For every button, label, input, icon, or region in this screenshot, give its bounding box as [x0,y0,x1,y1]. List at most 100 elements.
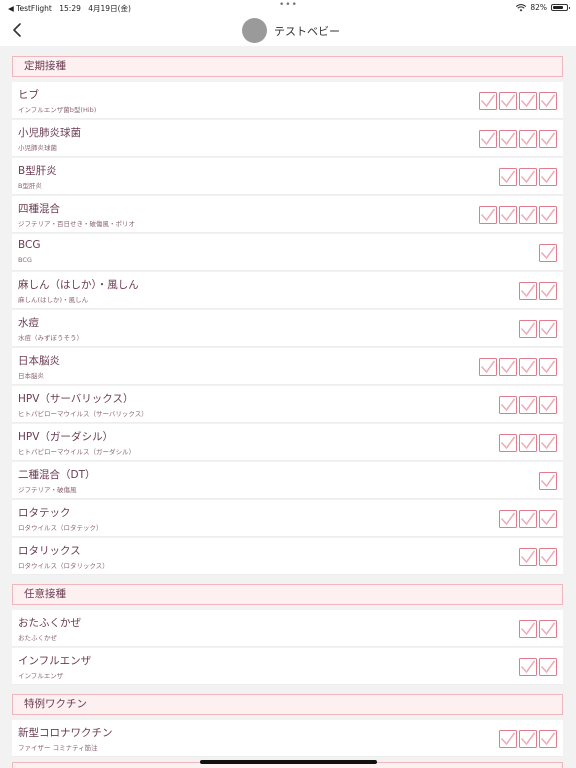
dose-checkbox[interactable] [519,358,537,376]
dose-checkbox[interactable] [539,730,557,748]
checkmark-icon [521,660,536,673]
vaccine-row[interactable]: 四種混合ジフテリア・百日せき・破傷風・ポリオ [12,196,563,233]
vaccine-row[interactable]: ヒブ インフルエンザ菌b型(Hib) [12,82,563,119]
section-header: 任意接種 [12,584,563,605]
dose-checkbox[interactable] [519,130,537,148]
dose-checkbox[interactable] [499,358,517,376]
vaccine-row[interactable]: HPV（サーバリックス） ヒトパピローマウイルス（サーバリックス） [12,386,563,423]
dose-checkbox[interactable] [539,358,557,376]
vaccine-row[interactable]: 麻しん（はしか）・風しん 麻しん(はしか)・風しん [12,272,563,309]
checkmark-icon [541,360,556,373]
checkmark-icon [481,94,496,107]
dose-checkbox[interactable] [539,658,557,676]
dose-checkbox[interactable] [499,396,517,414]
dose-checkbox[interactable] [539,620,557,638]
vaccine-description: 麻しん(はしか)・風しん [18,296,89,304]
checkmark-icon [481,360,496,373]
dose-checkbox[interactable] [479,130,497,148]
dose-checkbox[interactable] [539,92,557,110]
dose-checkbox[interactable] [499,206,517,224]
dose-checkbox[interactable] [519,658,537,676]
vaccine-description: インフルエンザ [18,672,64,680]
dose-checkbox[interactable] [539,510,557,528]
checkmark-icon [521,436,536,449]
dose-checkbox[interactable] [519,206,537,224]
dose-checkbox[interactable] [539,244,557,262]
checkmark-icon [541,732,556,745]
vaccine-row[interactable]: BCG BCG [12,234,563,271]
vaccine-row[interactable]: HPV（ガーダシル） ヒトパピローマウイルス（ガーダシル） [12,424,563,461]
multitasking-dots[interactable]: ••• [279,0,298,10]
vaccine-description: ジフテリア・百日せき・破傷風・ポリオ [18,220,135,228]
vaccine-name: 二種混合（DT） [18,469,96,481]
dose-checkbox[interactable] [499,510,517,528]
dose-checkbox[interactable] [519,730,537,748]
dose-checkbox[interactable] [519,320,537,338]
dose-checkbox[interactable] [499,730,517,748]
vaccine-description: 小児肺炎球菌 [18,144,57,152]
dose-checkbox[interactable] [479,358,497,376]
home-indicator[interactable] [200,760,377,764]
checkmark-icon [481,132,496,145]
checkmark-icon [541,474,556,487]
dose-checkbox[interactable] [539,130,557,148]
vaccine-row[interactable]: インフルエンザ インフルエンザ [12,648,563,685]
dose-checkbox[interactable] [479,206,497,224]
dose-checkbox[interactable] [539,434,557,452]
vaccine-row[interactable]: 水痘 水痘（みずぼうそう） [12,310,563,347]
dose-checkbox[interactable] [499,168,517,186]
dose-checkbox[interactable] [479,92,497,110]
dose-checkbox[interactable] [499,92,517,110]
vaccine-name: 水痘 [18,317,39,329]
vaccine-description: ヒトパピローマウイルス（ガーダシル） [18,448,136,456]
dose-checkbox[interactable] [539,548,557,566]
checkmark-icon [481,208,496,221]
vaccine-name: 四種混合 [18,203,60,215]
dose-checkbox[interactable] [519,510,537,528]
vaccine-row[interactable]: 二種混合（DT） ジフテリア・破傷風 [12,462,563,499]
checkmark-icon [541,170,556,183]
vaccine-row[interactable]: B型肝炎 B型肝炎 [12,158,563,195]
dose-checkbox[interactable] [539,396,557,414]
dose-checkbox[interactable] [519,434,537,452]
dose-checkbox[interactable] [539,472,557,490]
checkmark-icon [521,550,536,563]
dose-checkboxes [499,510,557,528]
dose-checkbox[interactable] [539,320,557,338]
checkmark-icon [541,660,556,673]
checkmark-icon [521,732,536,745]
vaccine-row[interactable]: ロタテック ロタウイルス（ロタテック） [12,500,563,537]
vaccine-description: BCG [18,256,32,264]
avatar[interactable] [242,18,267,43]
vaccine-description: ロタウイルス（ロタリックス） [18,562,109,570]
status-time: 15:29 [59,4,81,13]
vaccine-description: おたふくかぜ [18,634,57,642]
vaccine-row[interactable]: 日本脳炎 日本脳炎 [12,348,563,385]
dose-checkbox[interactable] [519,282,537,300]
checkmark-icon [501,436,516,449]
vaccine-row[interactable]: 小児肺炎球菌 小児肺炎球菌 [12,120,563,157]
dose-checkboxes [539,472,557,490]
dose-checkbox[interactable] [519,620,537,638]
checkmark-icon [541,284,556,297]
dose-checkbox[interactable] [519,396,537,414]
dose-checkbox[interactable] [539,282,557,300]
dose-checkbox[interactable] [519,548,537,566]
vaccine-row[interactable]: おたふくかぜ おたふくかぜ [12,610,563,647]
dose-checkbox[interactable] [539,206,557,224]
checkmark-icon [501,732,516,745]
dose-checkbox[interactable] [519,92,537,110]
chevron-left-icon [13,23,21,37]
vaccine-row[interactable]: 新型コロナワクチン ファイザー コミナティ筋注 [12,720,563,757]
back-button[interactable] [8,20,28,40]
checkmark-icon [541,512,556,525]
section-header: 定期接種 [12,56,563,77]
checkmark-icon [521,360,536,373]
dose-checkbox[interactable] [519,168,537,186]
dose-checkbox[interactable] [499,434,517,452]
checkmark-icon [541,550,556,563]
dose-checkbox[interactable] [539,168,557,186]
vaccine-row[interactable]: ロタリックス ロタウイルス（ロタリックス） [12,538,563,575]
back-to-app-link[interactable]: ◀ TestFlight [8,4,52,13]
dose-checkbox[interactable] [499,130,517,148]
